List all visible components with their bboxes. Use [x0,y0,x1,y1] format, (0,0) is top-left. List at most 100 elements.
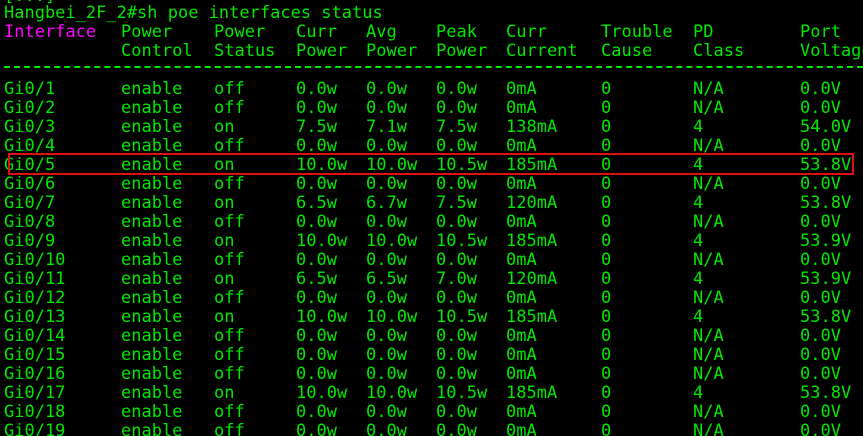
table-cell: 4 [693,307,704,327]
table-cell: off [214,402,245,422]
table-cell: 0.0w [296,364,337,384]
header-curr-current-1: Curr [506,22,547,42]
table-cell: enable [121,364,183,384]
table-cell: enable [121,307,183,327]
table-cell: 7.5w [436,193,477,213]
table-cell: N/A [693,250,724,270]
table-cell: N/A [693,402,724,422]
header-separator [4,66,863,68]
table-cell: 0 [601,174,612,194]
table-cell: enable [121,117,183,137]
table-cell: 0.0w [436,288,477,308]
table-cell: 0.0w [366,326,407,346]
table-cell: 0.0w [366,79,407,99]
table-cell: 0.0w [296,79,337,99]
table-cell: 0.0w [366,174,407,194]
table-cell: 7.5w [296,117,337,137]
table-cell: 0mA [506,364,537,384]
table-cell: 0.0w [436,212,477,232]
table-cell: 0 [601,383,612,403]
table-cell: 0 [601,326,612,346]
table-cell: 0.0w [436,421,477,436]
header-pd-class-1: PD [693,22,714,42]
table-cell: Gi0/10 [4,250,66,270]
table-cell: N/A [693,326,724,346]
table-cell: Gi0/14 [4,326,66,346]
table-cell: off [214,98,245,118]
table-cell: N/A [693,288,724,308]
table-cell: 0.0w [366,288,407,308]
table-cell: 0.0w [366,212,407,232]
table-cell: Gi0/18 [4,402,66,422]
table-cell: Gi0/15 [4,345,66,365]
table-cell: 0 [601,269,612,289]
table-cell: enable [121,250,183,270]
header-port-voltage-1: Port [800,22,841,42]
table-cell: 0 [601,364,612,384]
table-cell: N/A [693,364,724,384]
table-cell: 0.0w [296,288,337,308]
table-cell: 0.0V [800,421,841,436]
table-cell: 0.0w [366,402,407,422]
table-cell: 0.0w [296,326,337,346]
table-cell: 0.0V [800,79,841,99]
table-cell: Gi0/7 [4,193,56,213]
table-cell: enable [121,345,183,365]
table-cell: 185mA [506,231,558,251]
table-cell: Gi0/6 [4,174,56,194]
table-cell: off [214,288,245,308]
table-cell: 4 [693,193,704,213]
table-cell: enable [121,98,183,118]
table-cell: 0mA [506,174,537,194]
table-cell: enable [121,383,183,403]
table-cell: N/A [693,421,724,436]
table-cell: 0 [601,288,612,308]
table-cell: 6.7w [366,193,407,213]
table-cell: 0mA [506,345,537,365]
table-cell: 0mA [506,402,537,422]
table-cell: 0.0w [366,250,407,270]
header-trouble-cause-1: Trouble [601,22,673,42]
table-cell: Gi0/1 [4,79,56,99]
table-cell: 4 [693,117,704,137]
table-cell: 10.0w [296,231,348,251]
table-cell: 0.0V [800,250,841,270]
table-cell: Gi0/3 [4,117,56,137]
table-cell: 185mA [506,307,558,327]
table-cell: 138mA [506,117,558,137]
table-cell: 0mA [506,250,537,270]
table-cell: 0.0w [296,421,337,436]
table-cell: 0 [601,212,612,232]
table-cell: 53.9V [800,269,852,289]
table-cell: 4 [693,269,704,289]
table-cell: 10.5w [436,307,488,327]
table-cell: 0 [601,79,612,99]
table-cell: enable [121,212,183,232]
table-cell: 0mA [506,421,537,436]
table-cell: 10.0w [296,307,348,327]
table-cell: 0.0w [366,345,407,365]
table-cell: 10.0w [366,307,418,327]
table-cell: 0 [601,402,612,422]
table-cell: off [214,212,245,232]
table-cell: 10.5w [436,231,488,251]
table-cell: Gi0/9 [4,231,56,251]
table-cell: 0.0V [800,345,841,365]
table-cell: off [214,250,245,270]
table-cell: 4 [693,383,704,403]
table-cell: 0.0w [366,421,407,436]
table-cell: 0.0w [436,98,477,118]
table-cell: 0 [601,345,612,365]
table-cell: 0.0w [296,98,337,118]
terminal-window[interactable]: [...] Hangbei_2F_2#sh poe interfaces sta… [0,0,863,436]
header-avg-power-2: Power [366,41,418,61]
header-curr-power-2: Power [296,41,348,61]
header-power-control-1: Power [121,22,173,42]
table-cell: enable [121,402,183,422]
table-cell: 0.0w [366,98,407,118]
table-cell: 0.0w [436,326,477,346]
table-cell: on [214,231,235,251]
table-cell: 10.0w [296,383,348,403]
table-cell: N/A [693,212,724,232]
table-cell: 0.0V [800,212,841,232]
